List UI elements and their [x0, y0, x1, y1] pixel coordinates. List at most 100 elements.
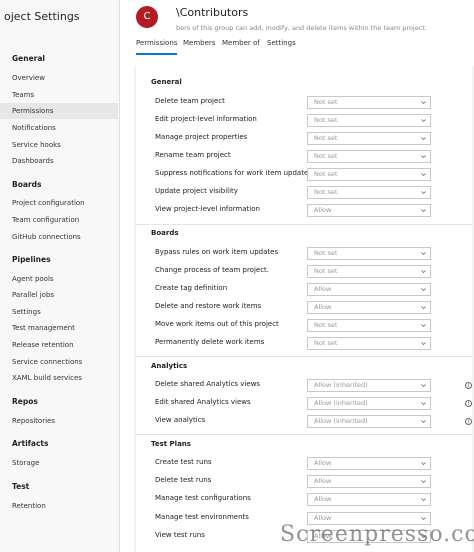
permission-label: Edit shared Analytics views	[155, 398, 251, 406]
permission-label: Move work items out of this project	[155, 320, 279, 328]
sidebar-item-test-management[interactable]: Test management	[0, 320, 118, 336]
sidebar-section-general: General	[12, 54, 45, 63]
permission-label: Delete and restore work items	[155, 302, 262, 310]
chevron-down-icon	[421, 191, 426, 194]
permission-label: Create tag definition	[155, 284, 228, 292]
permission-dropdown[interactable]: Allow	[307, 457, 431, 470]
sidebar-section-boards: Boards	[12, 180, 42, 189]
sidebar-item-project-configuration[interactable]: Project configuration	[0, 195, 118, 211]
sidebar-title: oject Settings	[4, 10, 80, 23]
permission-value: Not set	[314, 249, 338, 257]
sidebar-item-service-connections[interactable]: Service connections	[0, 354, 118, 370]
sidebar-item-notifications[interactable]: Notifications	[0, 120, 118, 136]
sidebar-item-xaml-build-services[interactable]: XAML build services	[0, 370, 118, 386]
permission-dropdown[interactable]: Not set	[307, 168, 431, 181]
permission-value: Not set	[314, 116, 338, 124]
permission-dropdown[interactable]: Not set	[307, 337, 431, 350]
permission-dropdown[interactable]: Not set	[307, 247, 431, 260]
sidebar-item-retention[interactable]: Retention	[0, 498, 118, 514]
sidebar-item-team-configuration[interactable]: Team configuration	[0, 212, 118, 228]
permission-value: Not set	[314, 152, 338, 160]
permission-dropdown[interactable]: Not set	[307, 150, 431, 163]
sidebar-item-permissions[interactable]: Permissions	[0, 103, 118, 119]
chevron-down-icon	[421, 420, 426, 423]
permission-value: Not set	[314, 188, 338, 196]
sidebar-item-settings[interactable]: Settings	[0, 304, 118, 320]
permission-dropdown[interactable]: Not set	[307, 96, 431, 109]
chevron-down-icon	[421, 288, 426, 291]
sidebar-item-teams[interactable]: Teams	[0, 87, 118, 103]
chevron-down-icon	[421, 498, 426, 501]
permission-label: Edit project-level information	[155, 115, 257, 123]
permission-dropdown[interactable]: Allow (inherited)	[307, 379, 431, 392]
sidebar-item-service-hooks[interactable]: Service hooks	[0, 137, 118, 153]
section-divider	[136, 356, 472, 357]
sidebar-item-agent-pools[interactable]: Agent pools	[0, 271, 118, 287]
sidebar-item-storage[interactable]: Storage	[0, 455, 118, 471]
permission-value: Allow (inherited)	[314, 381, 368, 389]
permission-dropdown[interactable]: Allow	[307, 475, 431, 488]
permission-value: Not set	[314, 321, 338, 329]
sidebar-section-test: Test	[12, 482, 30, 491]
chevron-down-icon	[421, 342, 426, 345]
sidebar-section-artifacts: Artifacts	[12, 439, 49, 448]
sidebar-section-repos: Repos	[12, 397, 38, 406]
permission-label: Manage test configurations	[155, 494, 251, 502]
permission-label: Delete shared Analytics views	[155, 380, 261, 388]
permission-dropdown[interactable]: Allow (inherited)	[307, 415, 431, 428]
sidebar-item-dashboards[interactable]: Dashboards	[0, 153, 118, 169]
permission-label: Create test runs	[155, 458, 212, 466]
chevron-down-icon	[421, 155, 426, 158]
tab-permissions[interactable]: Permissions	[136, 39, 178, 55]
permission-dropdown[interactable]: Not set	[307, 132, 431, 145]
permission-dropdown[interactable]: Not set	[307, 319, 431, 332]
sidebar-item-github-connections[interactable]: GitHub connections	[0, 229, 118, 245]
permission-dropdown[interactable]: Allow	[307, 301, 431, 314]
chevron-down-icon	[421, 173, 426, 176]
permission-value: Allow (inherited)	[314, 399, 368, 407]
chevron-down-icon	[421, 462, 426, 465]
permission-dropdown[interactable]: Not set	[307, 186, 431, 199]
sidebar-item-parallel-jobs[interactable]: Parallel jobs	[0, 287, 118, 303]
tab-settings[interactable]: Settings	[267, 39, 296, 53]
permission-label: Suppress notifications for work item upd…	[155, 169, 312, 177]
chevron-down-icon	[421, 324, 426, 327]
permission-value: Not set	[314, 339, 338, 347]
permission-value: Not set	[314, 134, 338, 142]
sidebar-section-pipelines: Pipelines	[12, 255, 51, 264]
permissions-content: General Delete team project Not set Edit pr…	[134, 66, 474, 552]
permission-dropdown[interactable]: Allow (inherited)	[307, 397, 431, 410]
permission-dropdown[interactable]: Not set	[307, 265, 431, 278]
permission-dropdown[interactable]: Allow	[307, 283, 431, 296]
tab-members[interactable]: Members	[183, 39, 215, 53]
sidebar: oject Settings General Overview Teams Pe…	[0, 0, 120, 552]
info-icon[interactable]: i	[465, 400, 472, 407]
chevron-down-icon	[421, 402, 426, 405]
permission-dropdown[interactable]: Allow	[307, 493, 431, 506]
section-divider	[136, 434, 472, 435]
permission-label: View analytics	[155, 416, 206, 424]
permission-label: Delete team project	[155, 97, 225, 105]
chevron-down-icon	[421, 101, 426, 104]
sidebar-item-overview[interactable]: Overview	[0, 70, 118, 86]
info-icon[interactable]: i	[465, 382, 472, 389]
chevron-down-icon	[421, 137, 426, 140]
info-icon[interactable]: i	[465, 418, 472, 425]
permission-value: Allow	[314, 459, 332, 467]
permission-dropdown[interactable]: Allow	[307, 204, 431, 217]
permission-value: Allow	[314, 477, 332, 485]
permission-label: View test runs	[155, 531, 205, 539]
sidebar-item-repositories[interactable]: Repositories	[0, 413, 118, 429]
section-heading: Boards	[151, 229, 179, 237]
permission-dropdown[interactable]: Not set	[307, 114, 431, 127]
permission-label: Change process of team project.	[155, 266, 270, 274]
tab-member-of[interactable]: Member of	[222, 39, 260, 53]
chevron-down-icon	[421, 270, 426, 273]
permission-label: Manage test environments	[155, 513, 249, 521]
chevron-down-icon	[421, 306, 426, 309]
permission-value: Not set	[314, 98, 338, 106]
avatar: C	[136, 6, 158, 28]
permission-value: Allow (inherited)	[314, 417, 368, 425]
sidebar-item-release-retention[interactable]: Release retention	[0, 337, 118, 353]
permission-value: Allow	[314, 495, 332, 503]
